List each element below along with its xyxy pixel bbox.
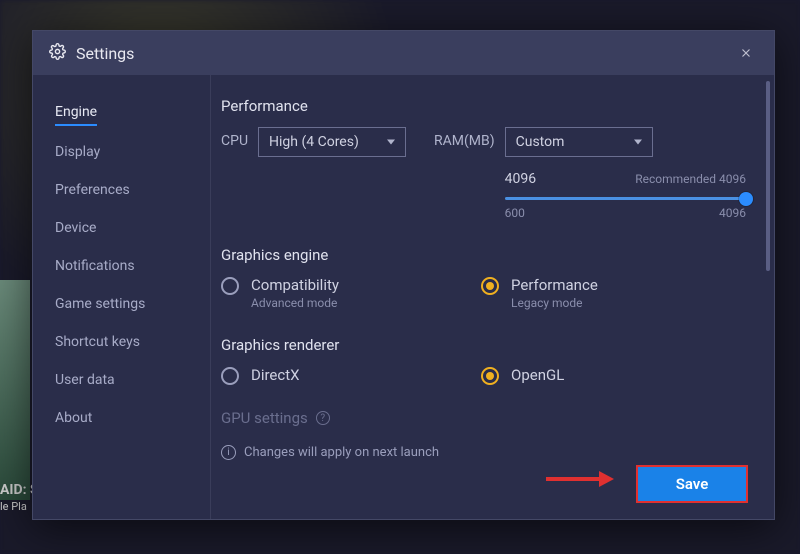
sidebar-item-preferences[interactable]: Preferences [55, 171, 130, 209]
ram-max: 4096 [719, 206, 746, 220]
section-performance: Performance [221, 97, 746, 115]
info-icon: i [221, 445, 236, 460]
sidebar-item-game-settings[interactable]: Game settings [55, 285, 145, 323]
ram-slider[interactable] [505, 197, 746, 200]
close-button[interactable] [734, 41, 758, 65]
radio-icon [221, 277, 239, 295]
radio-icon [481, 277, 499, 295]
modal-header: Settings [33, 31, 774, 75]
sidebar-item-shortcut-keys[interactable]: Shortcut keys [55, 323, 140, 361]
section-gpu: GPU settings ? [221, 409, 746, 427]
radio-performance[interactable]: Performance Legacy mode [481, 276, 598, 310]
scrollbar[interactable] [766, 81, 770, 271]
settings-modal: Settings Engine Display Preferences Devi… [32, 30, 775, 520]
main-panel: Performance CPU High (4 Cores) RAM(MB) C… [211, 75, 774, 519]
radio-icon [221, 367, 239, 385]
radio-opengl[interactable]: OpenGL [481, 366, 564, 385]
help-icon[interactable]: ? [316, 411, 330, 425]
ram-value: Custom [516, 134, 565, 150]
footer-note: Changes will apply on next launch [244, 445, 439, 460]
sidebar-item-device[interactable]: Device [55, 209, 96, 247]
ram-label: RAM(MB) [434, 127, 495, 149]
annotation-arrow [544, 469, 614, 493]
section-graphics-renderer: Graphics renderer [221, 336, 746, 354]
radio-compatibility[interactable]: Compatibility Advanced mode [221, 276, 421, 310]
chevron-down-icon [387, 140, 395, 145]
modal-title: Settings [76, 44, 134, 63]
sidebar-item-user-data[interactable]: User data [55, 361, 115, 399]
radio-icon [481, 367, 499, 385]
ram-min: 600 [505, 206, 525, 220]
save-button[interactable]: Save [638, 467, 746, 501]
sidebar: Engine Display Preferences Device Notifi… [33, 75, 211, 519]
cpu-label: CPU [221, 127, 248, 149]
ram-slider-thumb[interactable] [739, 192, 753, 206]
sidebar-item-notifications[interactable]: Notifications [55, 247, 135, 285]
ram-recommended: Recommended 4096 [635, 172, 746, 186]
sidebar-item-about[interactable]: About [55, 399, 92, 437]
ram-select[interactable]: Custom [505, 127, 653, 157]
sidebar-item-display[interactable]: Display [55, 133, 100, 171]
ram-current: 4096 [505, 171, 536, 187]
section-graphics-engine: Graphics engine [221, 246, 746, 264]
radio-directx[interactable]: DirectX [221, 366, 421, 385]
chevron-down-icon [634, 140, 642, 145]
gear-icon [49, 43, 66, 64]
sidebar-item-engine[interactable]: Engine [55, 93, 97, 126]
cpu-select[interactable]: High (4 Cores) [258, 127, 406, 157]
cpu-value: High (4 Cores) [269, 134, 359, 150]
